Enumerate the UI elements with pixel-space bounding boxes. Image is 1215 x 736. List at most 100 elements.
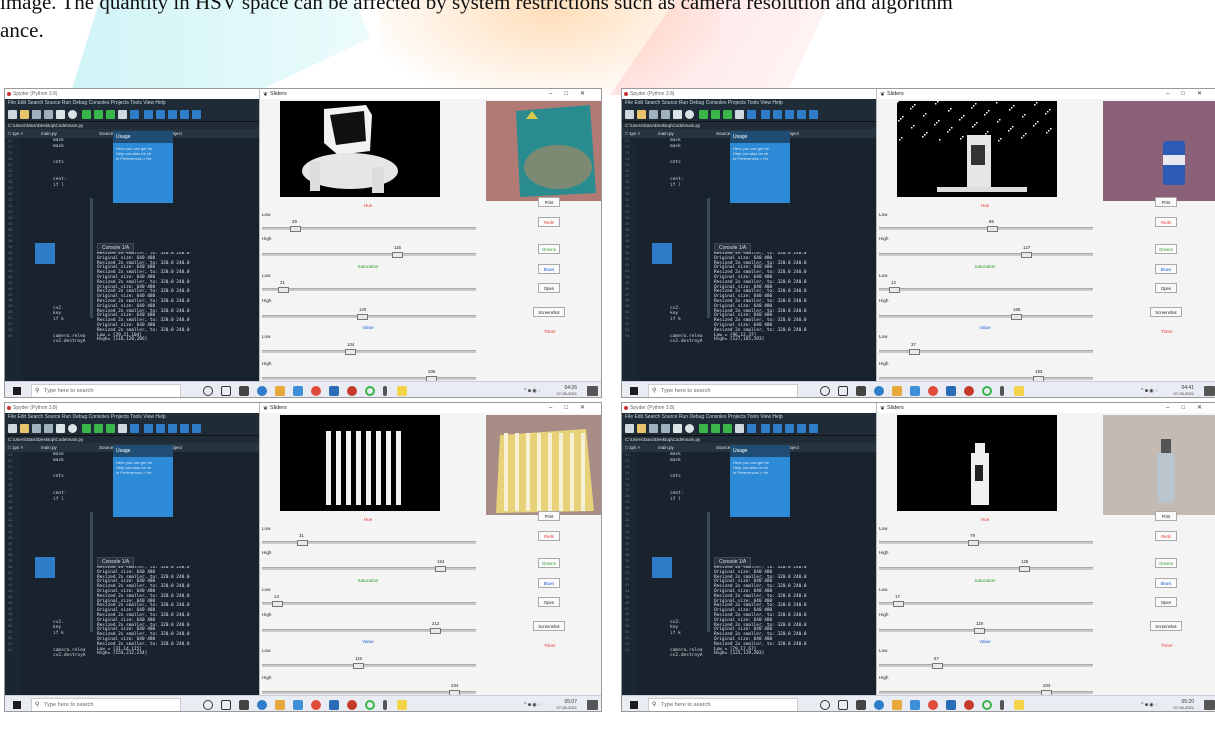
step-icon[interactable] [773,424,782,433]
slider-thumb[interactable] [353,663,364,669]
editor-scrollbar[interactable] [90,512,93,632]
slider-thumb[interactable] [290,226,301,232]
spyder-icon[interactable] [964,700,974,710]
val-low-slider[interactable] [879,349,1093,355]
file-explorer-icon[interactable] [892,386,902,396]
save-icon[interactable] [32,424,41,433]
system-tray-icons[interactable]: ^ ■ ◉ ◌ [524,702,541,708]
val-high-slider[interactable] [879,376,1093,382]
slider-thumb[interactable] [278,287,289,293]
taskbar-search[interactable]: ⚲ Type here to search [648,698,798,711]
run-selection-icon[interactable] [735,424,744,433]
save-icon[interactable] [649,110,658,119]
tab-temp[interactable]: □ 1ps × [625,443,640,452]
task-view-icon[interactable] [221,386,231,396]
blues-button[interactable]: Blues [538,578,560,588]
taskbar-search[interactable]: ⚲ Type here to search [31,384,181,397]
photos-icon[interactable] [910,700,920,710]
photos-icon[interactable] [293,700,303,710]
spyder-menubar[interactable]: File Edit Search Source Run Debug Consol… [622,413,878,422]
continue-icon[interactable] [809,424,818,433]
reds-button[interactable]: Reds [538,217,560,227]
run-icon[interactable] [82,110,91,119]
spyder-menubar[interactable]: File Edit Search Source Run Debug Consol… [5,413,261,422]
notification-icon[interactable] [587,386,598,396]
python-icon[interactable] [1014,700,1024,710]
word-icon[interactable] [946,386,956,396]
slider-thumb[interactable] [1011,314,1022,320]
file-explorer-icon[interactable] [275,386,285,396]
open-button[interactable]: Open [538,597,560,607]
python-icon[interactable] [1014,386,1024,396]
tab-source[interactable]: Source [99,443,113,452]
code-editor[interactable]: 21 22 23 24 25 26 27 28 29 30 31 32 33 3… [622,452,726,695]
code-editor[interactable]: 21 22 23 24 25 26 27 28 29 30 31 32 33 3… [622,138,726,381]
reload-icon[interactable] [747,424,756,433]
cortana-icon[interactable] [820,386,830,396]
open-button[interactable]: Open [1155,597,1177,607]
timer-button[interactable]: Timer [1161,643,1173,648]
save-all-icon[interactable] [661,110,670,119]
code-editor[interactable]: 21 22 23 24 25 26 27 28 29 30 31 32 33 3… [5,452,109,695]
val-high-slider[interactable] [262,690,476,696]
step-into-icon[interactable] [168,424,177,433]
open-folder-icon[interactable] [20,424,29,433]
anaconda-icon[interactable] [982,386,992,396]
blues-button[interactable]: Blues [1155,578,1177,588]
slider-thumb[interactable] [1021,252,1032,258]
open-folder-icon[interactable] [637,110,646,119]
slider-thumb[interactable] [345,349,356,355]
spyder-icon[interactable] [347,700,357,710]
run-icon[interactable] [699,110,708,119]
reds-button[interactable]: Reds [1155,217,1177,227]
timer-button[interactable]: Timer [1161,329,1173,334]
save-all-icon[interactable] [44,110,53,119]
ipython-console[interactable]: Resized 2x smaller, to: 320.0 240.0 Orig… [97,252,259,352]
editor-scrollbar[interactable] [90,198,93,318]
edge-icon[interactable] [874,386,884,396]
tab-temp[interactable]: □ 1ps × [8,129,23,138]
timer-button[interactable]: Timer [544,329,556,334]
tab-main[interactable]: main.py [658,443,674,452]
run-selection-icon[interactable] [118,110,127,119]
window-controls[interactable]: –□✕ [549,89,597,99]
taskbar-search[interactable]: ⚲ Type here to search [648,384,798,397]
greens-button[interactable]: Greens [538,244,560,254]
working-directory[interactable]: C:\Users\Daru\Desktop\Code\main.py [5,436,261,443]
feather-taskbar-icon[interactable] [383,700,387,710]
windows-start-icon[interactable] [13,387,21,395]
step-icon[interactable] [773,110,782,119]
window-controls[interactable]: –□✕ [549,403,597,413]
ipython-console[interactable]: Resized 2x smaller, to: 320.0 240.0 Orig… [714,252,876,352]
debug-icon[interactable] [761,110,770,119]
file-explorer-icon[interactable] [275,700,285,710]
step-into-icon[interactable] [785,424,794,433]
new-file-icon[interactable] [625,424,634,433]
val-low-slider[interactable] [262,349,476,355]
list-icon[interactable] [56,110,65,119]
notification-icon[interactable] [1204,700,1215,710]
hue-low-slider[interactable] [262,226,476,232]
system-tray-icons[interactable]: ^ ■ ◉ ◌ [1141,388,1158,394]
slider-thumb[interactable] [968,540,979,546]
windows-start-icon[interactable] [13,701,21,709]
tab-source[interactable]: Source [716,129,730,138]
run-cell-advance-icon[interactable] [106,110,115,119]
hue-low-slider[interactable] [262,540,476,546]
feather-taskbar-icon[interactable] [1000,386,1004,396]
file-explorer-icon[interactable] [892,700,902,710]
at-icon[interactable] [68,110,77,119]
step-return-icon[interactable] [180,110,189,119]
editor-scrollbar[interactable] [707,512,710,632]
chrome-icon[interactable] [311,700,321,710]
blues-button[interactable]: Blues [1155,264,1177,274]
debug-icon[interactable] [144,110,153,119]
screenshot-button[interactable]: Screenshot [533,307,565,317]
reload-icon[interactable] [130,424,139,433]
clock[interactable]: 05:20 07-05-2021 [1174,699,1194,711]
reload-icon[interactable] [747,110,756,119]
new-file-icon[interactable] [8,110,17,119]
slider-thumb[interactable] [932,663,943,669]
slider-thumb[interactable] [430,628,441,634]
step-return-icon[interactable] [797,424,806,433]
